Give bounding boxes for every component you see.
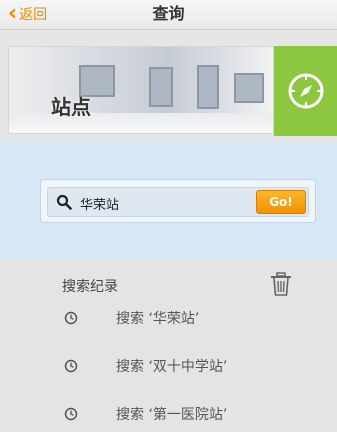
clear-history-button[interactable]	[270, 272, 292, 300]
search-area: Go!	[0, 142, 337, 260]
history-item[interactable]: 搜索 ‘双十中学站’	[64, 353, 264, 379]
history-item-label: 搜索 ‘华荣站’	[116, 311, 200, 327]
page-title: 查询	[152, 4, 185, 23]
trash-icon	[271, 272, 291, 296]
station-banner-area: 站点	[0, 30, 337, 142]
history-item[interactable]: 搜索 ‘第一医院站’	[64, 401, 264, 427]
banner-title: 站点	[51, 95, 91, 119]
history-title: 搜索纪录	[62, 279, 118, 295]
search-box: Go!	[47, 187, 309, 217]
clock-icon	[64, 359, 78, 373]
history-item-label: 搜索 ‘第一医院站’	[116, 407, 228, 423]
search-icon	[56, 194, 72, 210]
history-item-label: 搜索 ‘双十中学站’	[116, 359, 228, 375]
history-item[interactable]: 搜索 ‘华荣站’	[64, 305, 264, 331]
nav-bar: ‹ 返回 查询	[0, 0, 337, 30]
search-history: 搜索纪录 搜索 ‘华荣站’ 搜索 ‘双十中学站’ 搜索 ‘第一医院站’	[0, 260, 337, 432]
search-bar: Go!	[40, 179, 316, 223]
clock-icon	[64, 311, 78, 325]
clock-icon	[64, 407, 78, 421]
go-button[interactable]: Go!	[256, 190, 306, 214]
station-banner: 站点	[8, 46, 274, 134]
compass-icon	[288, 73, 323, 109]
compass-button[interactable]	[274, 46, 337, 136]
station-photo	[9, 47, 273, 133]
search-input[interactable]	[80, 192, 250, 214]
